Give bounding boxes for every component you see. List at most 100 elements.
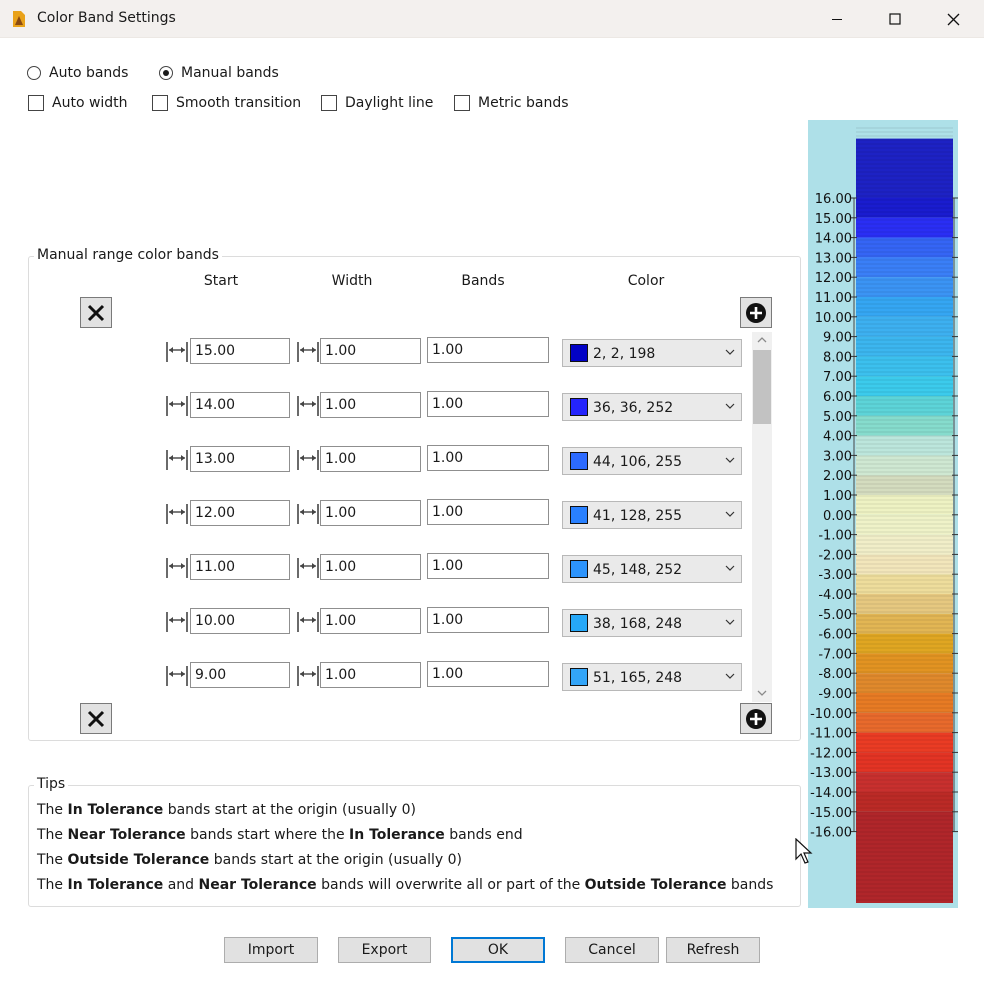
- legend-tick-label: -12.00: [810, 746, 852, 761]
- range-width-icon: [166, 396, 188, 416]
- legend-tick-label: 6.00: [823, 390, 852, 405]
- export-button[interactable]: Export: [338, 937, 431, 963]
- color-dropdown[interactable]: 36, 36, 252: [562, 393, 742, 421]
- add-bottom-button[interactable]: [740, 703, 772, 734]
- legend-tick-label: 13.00: [815, 251, 852, 266]
- range-width-icon: [297, 558, 319, 578]
- width-input[interactable]: 1.00: [320, 392, 421, 418]
- maximize-button[interactable]: [866, 0, 924, 38]
- width-input[interactable]: 1.00: [320, 554, 421, 580]
- legend-tick-label: -11.00: [810, 727, 852, 742]
- start-input[interactable]: 10.00: [190, 608, 290, 634]
- range-width-icon: [166, 450, 188, 470]
- daylight-line-checkbox[interactable]: Daylight line: [321, 95, 433, 111]
- bands-input[interactable]: 1.00: [427, 607, 549, 633]
- color-dropdown[interactable]: 44, 106, 255: [562, 447, 742, 475]
- plus-circle-icon: [746, 708, 766, 729]
- color-dropdown[interactable]: 2, 2, 198: [562, 339, 742, 367]
- legend-tick-label: -3.00: [818, 568, 852, 583]
- scroll-up-icon[interactable]: [756, 335, 768, 345]
- color-dropdown[interactable]: 51, 165, 248: [562, 663, 742, 691]
- chevron-down-icon: [725, 403, 735, 409]
- legend-tick-label: 4.00: [823, 430, 852, 445]
- bands-input[interactable]: 1.00: [427, 661, 549, 687]
- scroll-down-icon[interactable]: [756, 688, 768, 698]
- range-width-icon: [166, 504, 188, 524]
- bands-input[interactable]: 1.00: [427, 553, 549, 579]
- width-input[interactable]: 1.00: [320, 500, 421, 526]
- title-bar: Color Band Settings: [0, 0, 984, 38]
- bands-input[interactable]: 1.00: [427, 391, 549, 417]
- color-dropdown[interactable]: 41, 128, 255: [562, 501, 742, 529]
- start-input[interactable]: 12.00: [190, 500, 290, 526]
- color-dropdown[interactable]: 45, 148, 252: [562, 555, 742, 583]
- range-width-icon: [297, 666, 319, 686]
- legend-band: [856, 752, 953, 773]
- metric-bands-label: Metric bands: [478, 95, 569, 111]
- column-header-width: Width: [331, 273, 373, 289]
- manual-bands-label: Manual bands: [181, 65, 279, 81]
- metric-bands-checkbox[interactable]: Metric bands: [454, 95, 569, 111]
- close-button[interactable]: [924, 0, 982, 38]
- auto-width-checkbox[interactable]: Auto width: [28, 95, 128, 111]
- width-input[interactable]: 1.00: [320, 446, 421, 472]
- legend-tick-label: -14.00: [810, 786, 852, 801]
- bands-input[interactable]: 1.00: [427, 499, 549, 525]
- bands-input[interactable]: 1.00: [427, 445, 549, 471]
- legend-band: [856, 415, 953, 436]
- scrollbar-thumb[interactable]: [753, 350, 771, 424]
- minimize-button[interactable]: [808, 0, 866, 38]
- daylight-line-check-box[interactable]: [321, 95, 337, 111]
- start-input[interactable]: 13.00: [190, 446, 290, 472]
- start-input[interactable]: 15.00: [190, 338, 290, 364]
- legend-tick-label: -6.00: [818, 628, 852, 643]
- remove-top-button[interactable]: [80, 297, 112, 328]
- metric-bands-check-box[interactable]: [454, 95, 470, 111]
- range-width-icon: [297, 504, 319, 524]
- width-input[interactable]: 1.00: [320, 338, 421, 364]
- legend-band: [856, 396, 953, 416]
- refresh-button[interactable]: Refresh: [666, 937, 760, 963]
- manual-bands-radio-circle[interactable]: [159, 66, 173, 80]
- color-swatch: [570, 560, 588, 578]
- legend-tick-label: -2.00: [818, 548, 852, 563]
- tip-line-2: The Near Tolerance bands start where the…: [37, 827, 523, 843]
- tip-line-4: The In Tolerance and Near Tolerance band…: [37, 877, 774, 893]
- cancel-button[interactable]: Cancel: [565, 937, 659, 963]
- legend-tick-label: 9.00: [823, 331, 852, 346]
- close-x-icon: [87, 304, 105, 321]
- column-header-color: Color: [627, 273, 665, 289]
- legend-tick-label: -9.00: [818, 687, 852, 702]
- ok-button[interactable]: OK: [451, 937, 545, 963]
- remove-bottom-button[interactable]: [80, 703, 112, 734]
- bands-input[interactable]: 1.00: [427, 337, 549, 363]
- legend-tick-label: 16.00: [815, 192, 852, 207]
- range-width-icon: [166, 342, 188, 362]
- legend-tick-label: 14.00: [815, 232, 852, 247]
- close-x-icon: [87, 710, 105, 727]
- width-input[interactable]: 1.00: [320, 608, 421, 634]
- chevron-down-icon: [725, 565, 735, 571]
- smooth-transition-check-box[interactable]: [152, 95, 168, 111]
- start-input[interactable]: 14.00: [190, 392, 290, 418]
- color-dropdown[interactable]: 38, 168, 248: [562, 609, 742, 637]
- legend-tick-label: 10.00: [815, 311, 852, 326]
- legend-chart: 16.00 15.00 14.00 13.00 12.00 11.00 10.00 9.00 8…: [810, 127, 958, 903]
- auto-bands-radio-circle[interactable]: [27, 66, 41, 80]
- start-input[interactable]: 11.00: [190, 554, 290, 580]
- manual-bands-radio[interactable]: Manual bands: [159, 65, 279, 81]
- manual-range-group-title: Manual range color bands: [34, 247, 222, 263]
- legend-tick-label: 2.00: [823, 469, 852, 484]
- import-button[interactable]: Import: [224, 937, 318, 963]
- legend-tick-label: -7.00: [818, 647, 852, 662]
- color-swatch: [570, 506, 588, 524]
- width-input[interactable]: 1.00: [320, 662, 421, 688]
- smooth-transition-checkbox[interactable]: Smooth transition: [152, 95, 301, 111]
- legend-tick-label: 15.00: [815, 212, 852, 227]
- legend-tick-label: -10.00: [810, 707, 852, 722]
- add-top-button[interactable]: [740, 297, 772, 328]
- daylight-line-label: Daylight line: [345, 95, 434, 111]
- auto-bands-radio[interactable]: Auto bands: [27, 65, 128, 81]
- start-input[interactable]: 9.00: [190, 662, 290, 688]
- auto-width-check-box[interactable]: [28, 95, 44, 111]
